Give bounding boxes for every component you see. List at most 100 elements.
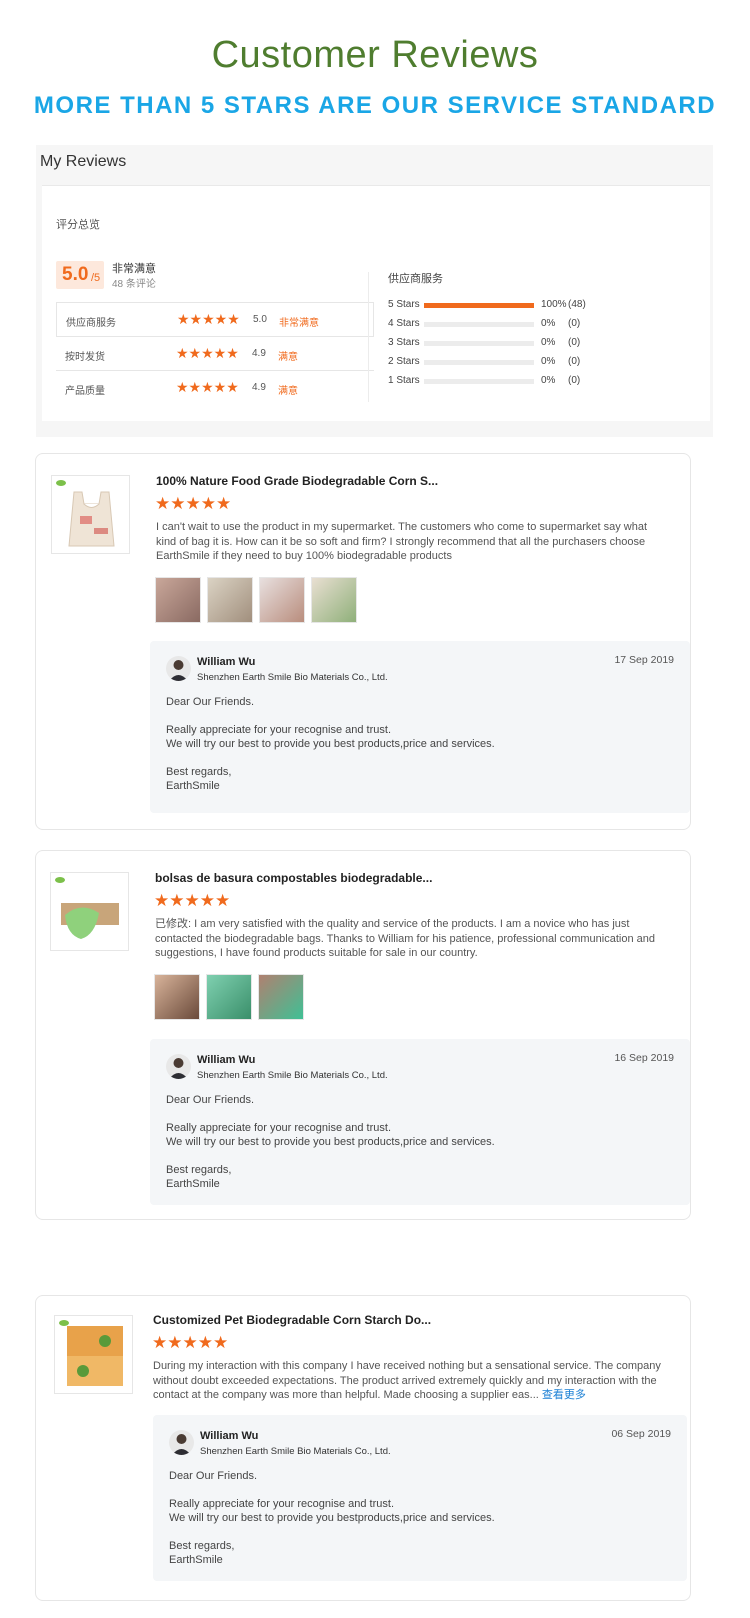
brand-logo-icon: [56, 480, 66, 486]
review-text: 已修改: I am very satisfied with the qualit…: [155, 918, 655, 959]
reply-closing: Best regards,: [166, 1164, 232, 1176]
page-title: Customer Reviews: [211, 34, 539, 76]
reply-company: Shenzhen Earth Smile Bio Materials Co., …: [200, 1446, 391, 1457]
distribution-count: (0): [568, 375, 581, 386]
review-card: bolsas de basura compostables biodegrada…: [35, 850, 691, 1220]
distribution-row: 5 Stars 100% (48): [388, 299, 598, 313]
review-photo[interactable]: [206, 974, 252, 1020]
reply-date: 16 Sep 2019: [614, 1052, 674, 1064]
bag-image-icon: [61, 903, 119, 939]
distribution-percent: 0%: [541, 356, 556, 367]
page-subtitle: MORE THAN 5 STARS ARE OUR SERVICE STANDA…: [33, 92, 717, 119]
review-card: 100% Nature Food Grade Biodegradable Cor…: [35, 453, 691, 830]
distribution-bar: [424, 322, 534, 327]
review-photo[interactable]: [207, 577, 253, 623]
reply-closing: Best regards,: [169, 1540, 235, 1552]
reply-signature: EarthSmile: [166, 780, 220, 792]
supplier-reply: William Wu Shenzhen Earth Smile Bio Mate…: [150, 1039, 690, 1205]
person-icon: [172, 1434, 191, 1455]
overall-score: 5.0: [62, 264, 89, 285]
rating-score: 4.9: [252, 348, 266, 359]
distribution-bar-fill: [424, 303, 534, 308]
distribution-percent: 100%: [541, 299, 567, 310]
rating-label: 按时发货: [65, 352, 105, 363]
person-icon: [169, 660, 188, 681]
brand-logo-icon: [55, 877, 65, 883]
product-thumbnail[interactable]: [54, 1315, 133, 1394]
review-text: During my interaction with this company …: [153, 1359, 663, 1403]
star-rating-icon: ★★★★★: [176, 379, 239, 395]
star-rating-icon: ★★★★★: [152, 1333, 229, 1352]
brand-logo-icon: [59, 1320, 69, 1326]
distribution-label: 1 Stars: [388, 375, 420, 386]
see-more-link[interactable]: 查看更多: [542, 1389, 586, 1401]
reply-closing: Best regards,: [166, 766, 232, 778]
rating-row: 产品质量 ★★★★★ 4.9 满意: [56, 371, 374, 405]
rating-text: 满意: [278, 386, 298, 397]
distribution-label: 4 Stars: [388, 318, 420, 329]
distribution-percent: 0%: [541, 375, 556, 386]
product-title[interactable]: 100% Nature Food Grade Biodegradable Cor…: [156, 474, 438, 488]
review-photo[interactable]: [155, 577, 201, 623]
product-thumbnail[interactable]: [51, 475, 130, 554]
rating-label: 供应商服务: [66, 318, 116, 329]
reply-text: We will try our best to provide you best…: [166, 1136, 495, 1148]
star-rating-icon: ★★★★★: [155, 494, 232, 513]
reply-author-name: William Wu: [197, 656, 256, 668]
distribution-row: 1 Stars 0% (0): [388, 375, 598, 389]
rating-summary: 评分总览 5.0 /5 非常满意 48 条评论 供应商服务 ★★★★★ 5.0 …: [42, 185, 710, 421]
distribution-count: (0): [568, 337, 581, 348]
product-title[interactable]: bolsas de basura compostables biodegrada…: [155, 871, 432, 885]
distribution-label: 3 Stars: [388, 337, 420, 348]
star-rating-icon: ★★★★★: [177, 311, 240, 327]
reply-company: Shenzhen Earth Smile Bio Materials Co., …: [197, 1070, 388, 1081]
distribution-title: 供应商服务: [388, 273, 443, 285]
review-photo[interactable]: [154, 974, 200, 1020]
reply-date: 06 Sep 2019: [611, 1428, 671, 1440]
avatar: [169, 1430, 194, 1455]
review-card: Customized Pet Biodegradable Corn Starch…: [35, 1295, 691, 1601]
star-rating-icon: ★★★★★: [154, 891, 231, 910]
reply-signature: EarthSmile: [169, 1554, 223, 1566]
reply-text: We will try our best to provide you best…: [169, 1512, 495, 1524]
distribution-count: (48): [568, 299, 586, 310]
my-reviews-title: My Reviews: [40, 153, 127, 170]
reply-signature: EarthSmile: [166, 1178, 220, 1190]
review-photo[interactable]: [258, 974, 304, 1020]
distribution-label: 2 Stars: [388, 356, 420, 367]
distribution-bar: [424, 360, 534, 365]
review-photo[interactable]: [259, 577, 305, 623]
distribution-count: (0): [568, 356, 581, 367]
product-title[interactable]: Customized Pet Biodegradable Corn Starch…: [153, 1313, 431, 1327]
reply-company: Shenzhen Earth Smile Bio Materials Co., …: [197, 672, 388, 683]
review-photo[interactable]: [311, 577, 357, 623]
supplier-reply: William Wu Shenzhen Earth Smile Bio Mate…: [150, 641, 690, 813]
distribution-percent: 0%: [541, 318, 556, 329]
reply-text: We will try our best to provide you best…: [166, 738, 495, 750]
rating-label: 产品质量: [65, 386, 105, 397]
divider: [368, 272, 369, 402]
score-max: /5: [91, 272, 101, 284]
reply-author-name: William Wu: [197, 1054, 256, 1066]
summary-label: 评分总览: [56, 219, 100, 231]
distribution-count: (0): [568, 318, 581, 329]
reply-greeting: Dear Our Friends.: [166, 696, 255, 708]
supplier-reply: William Wu Shenzhen Earth Smile Bio Mate…: [153, 1415, 687, 1581]
distribution-bar: [424, 379, 534, 384]
reply-greeting: Dear Our Friends.: [166, 1094, 255, 1106]
reply-author-name: William Wu: [200, 1430, 259, 1442]
rating-score: 5.0: [253, 314, 267, 325]
distribution-percent: 0%: [541, 337, 556, 348]
box-image-icon: [67, 1326, 123, 1386]
reply-text: Really appreciate for your recognise and…: [166, 1122, 392, 1134]
rating-score: 4.9: [252, 382, 266, 393]
my-reviews-panel: My Reviews 评分总览 5.0 /5 非常满意 48 条评论 供应商服务…: [36, 145, 713, 437]
distribution-bar: [424, 341, 534, 346]
reply-text: Really appreciate for your recognise and…: [166, 724, 392, 736]
bag-image-icon: [68, 491, 115, 547]
rating-table: 供应商服务 ★★★★★ 5.0 非常满意 按时发货 ★★★★★ 4.9 满意 产…: [56, 302, 374, 405]
distribution-bar: [424, 303, 534, 308]
product-thumbnail[interactable]: [50, 872, 129, 951]
review-count: 48 条评论: [112, 279, 156, 290]
rating-text: 满意: [278, 352, 298, 363]
